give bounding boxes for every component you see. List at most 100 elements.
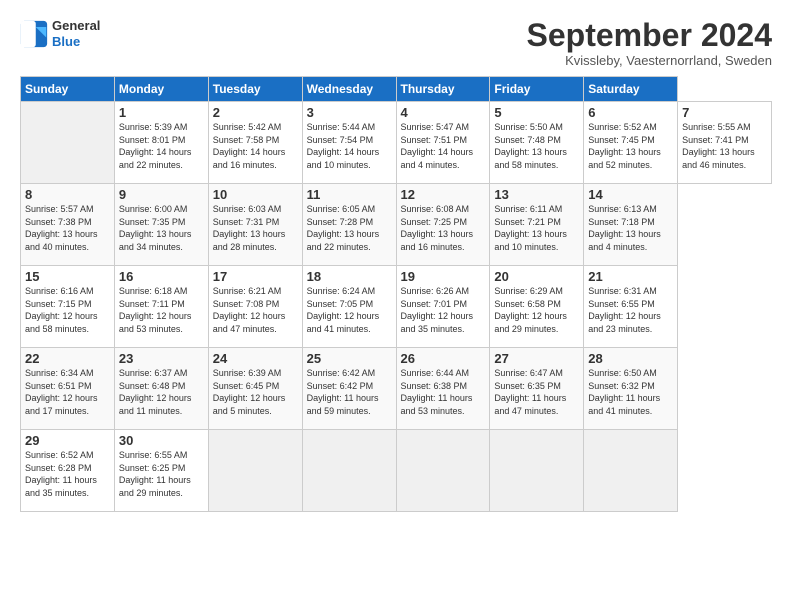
day-detail: Sunrise: 6:42 AMSunset: 6:42 PMDaylight:… — [307, 367, 392, 417]
day-cell-20: 20Sunrise: 6:29 AMSunset: 6:58 PMDayligh… — [490, 266, 584, 348]
month-title: September 2024 — [527, 18, 772, 53]
day-cell-22: 22Sunrise: 6:34 AMSunset: 6:51 PMDayligh… — [21, 348, 115, 430]
week-row-5: 29Sunrise: 6:52 AMSunset: 6:28 PMDayligh… — [21, 430, 772, 512]
day-cell-17: 17Sunrise: 6:21 AMSunset: 7:08 PMDayligh… — [208, 266, 302, 348]
day-number: 7 — [682, 105, 767, 120]
day-detail: Sunrise: 5:57 AMSunset: 7:38 PMDaylight:… — [25, 203, 110, 253]
day-number: 27 — [494, 351, 579, 366]
header: General Blue September 2024 Kvissleby, V… — [20, 18, 772, 68]
day-cell-13: 13Sunrise: 6:11 AMSunset: 7:21 PMDayligh… — [490, 184, 584, 266]
day-detail: Sunrise: 5:44 AMSunset: 7:54 PMDaylight:… — [307, 121, 392, 171]
day-number: 28 — [588, 351, 673, 366]
day-cell-14: 14Sunrise: 6:13 AMSunset: 7:18 PMDayligh… — [584, 184, 678, 266]
day-cell-30: 30Sunrise: 6:55 AMSunset: 6:25 PMDayligh… — [114, 430, 208, 512]
day-cell-10: 10Sunrise: 6:03 AMSunset: 7:31 PMDayligh… — [208, 184, 302, 266]
location: Kvissleby, Vaesternorrland, Sweden — [527, 53, 772, 68]
day-number: 2 — [213, 105, 298, 120]
day-header-sunday: Sunday — [21, 77, 115, 102]
day-cell-21: 21Sunrise: 6:31 AMSunset: 6:55 PMDayligh… — [584, 266, 678, 348]
calendar-header-row: SundayMondayTuesdayWednesdayThursdayFrid… — [21, 77, 772, 102]
day-cell-15: 15Sunrise: 6:16 AMSunset: 7:15 PMDayligh… — [21, 266, 115, 348]
empty-cell — [21, 102, 115, 184]
day-detail: Sunrise: 5:52 AMSunset: 7:45 PMDaylight:… — [588, 121, 673, 171]
week-row-1: 1Sunrise: 5:39 AMSunset: 8:01 PMDaylight… — [21, 102, 772, 184]
day-detail: Sunrise: 6:13 AMSunset: 7:18 PMDaylight:… — [588, 203, 673, 253]
day-detail: Sunrise: 6:00 AMSunset: 7:35 PMDaylight:… — [119, 203, 204, 253]
week-row-2: 8Sunrise: 5:57 AMSunset: 7:38 PMDaylight… — [21, 184, 772, 266]
day-detail: Sunrise: 5:55 AMSunset: 7:41 PMDaylight:… — [682, 121, 767, 171]
calendar-page: General Blue September 2024 Kvissleby, V… — [0, 0, 792, 612]
day-header-saturday: Saturday — [584, 77, 678, 102]
day-cell-27: 27Sunrise: 6:47 AMSunset: 6:35 PMDayligh… — [490, 348, 584, 430]
logo-icon — [20, 20, 48, 48]
day-number: 1 — [119, 105, 204, 120]
day-number: 21 — [588, 269, 673, 284]
day-number: 5 — [494, 105, 579, 120]
day-cell-16: 16Sunrise: 6:18 AMSunset: 7:11 PMDayligh… — [114, 266, 208, 348]
day-number: 25 — [307, 351, 392, 366]
day-cell-24: 24Sunrise: 6:39 AMSunset: 6:45 PMDayligh… — [208, 348, 302, 430]
day-number: 16 — [119, 269, 204, 284]
day-cell-26: 26Sunrise: 6:44 AMSunset: 6:38 PMDayligh… — [396, 348, 490, 430]
day-detail: Sunrise: 6:37 AMSunset: 6:48 PMDaylight:… — [119, 367, 204, 417]
day-number: 10 — [213, 187, 298, 202]
day-cell-25: 25Sunrise: 6:42 AMSunset: 6:42 PMDayligh… — [302, 348, 396, 430]
day-detail: Sunrise: 5:47 AMSunset: 7:51 PMDaylight:… — [401, 121, 486, 171]
day-detail: Sunrise: 6:24 AMSunset: 7:05 PMDaylight:… — [307, 285, 392, 335]
empty-cell — [208, 430, 302, 512]
day-header-tuesday: Tuesday — [208, 77, 302, 102]
day-number: 3 — [307, 105, 392, 120]
day-number: 22 — [25, 351, 110, 366]
day-detail: Sunrise: 6:50 AMSunset: 6:32 PMDaylight:… — [588, 367, 673, 417]
title-block: September 2024 Kvissleby, Vaesternorrlan… — [527, 18, 772, 68]
day-cell-23: 23Sunrise: 6:37 AMSunset: 6:48 PMDayligh… — [114, 348, 208, 430]
day-number: 9 — [119, 187, 204, 202]
day-header-friday: Friday — [490, 77, 584, 102]
day-cell-4: 4Sunrise: 5:47 AMSunset: 7:51 PMDaylight… — [396, 102, 490, 184]
day-number: 14 — [588, 187, 673, 202]
logo-text: General Blue — [52, 18, 100, 49]
day-number: 18 — [307, 269, 392, 284]
day-detail: Sunrise: 6:44 AMSunset: 6:38 PMDaylight:… — [401, 367, 486, 417]
day-detail: Sunrise: 6:11 AMSunset: 7:21 PMDaylight:… — [494, 203, 579, 253]
day-cell-2: 2Sunrise: 5:42 AMSunset: 7:58 PMDaylight… — [208, 102, 302, 184]
day-detail: Sunrise: 6:31 AMSunset: 6:55 PMDaylight:… — [588, 285, 673, 335]
day-number: 4 — [401, 105, 486, 120]
day-cell-8: 8Sunrise: 5:57 AMSunset: 7:38 PMDaylight… — [21, 184, 115, 266]
day-header-wednesday: Wednesday — [302, 77, 396, 102]
day-cell-5: 5Sunrise: 5:50 AMSunset: 7:48 PMDaylight… — [490, 102, 584, 184]
day-detail: Sunrise: 6:55 AMSunset: 6:25 PMDaylight:… — [119, 449, 204, 499]
empty-cell — [584, 430, 678, 512]
day-header-monday: Monday — [114, 77, 208, 102]
day-cell-6: 6Sunrise: 5:52 AMSunset: 7:45 PMDaylight… — [584, 102, 678, 184]
day-detail: Sunrise: 6:21 AMSunset: 7:08 PMDaylight:… — [213, 285, 298, 335]
day-detail: Sunrise: 6:39 AMSunset: 6:45 PMDaylight:… — [213, 367, 298, 417]
day-detail: Sunrise: 6:16 AMSunset: 7:15 PMDaylight:… — [25, 285, 110, 335]
week-row-3: 15Sunrise: 6:16 AMSunset: 7:15 PMDayligh… — [21, 266, 772, 348]
logo: General Blue — [20, 18, 100, 49]
day-cell-3: 3Sunrise: 5:44 AMSunset: 7:54 PMDaylight… — [302, 102, 396, 184]
day-cell-19: 19Sunrise: 6:26 AMSunset: 7:01 PMDayligh… — [396, 266, 490, 348]
day-detail: Sunrise: 6:47 AMSunset: 6:35 PMDaylight:… — [494, 367, 579, 417]
day-cell-11: 11Sunrise: 6:05 AMSunset: 7:28 PMDayligh… — [302, 184, 396, 266]
day-number: 19 — [401, 269, 486, 284]
day-cell-9: 9Sunrise: 6:00 AMSunset: 7:35 PMDaylight… — [114, 184, 208, 266]
empty-cell — [490, 430, 584, 512]
day-number: 15 — [25, 269, 110, 284]
day-cell-28: 28Sunrise: 6:50 AMSunset: 6:32 PMDayligh… — [584, 348, 678, 430]
day-cell-7: 7Sunrise: 5:55 AMSunset: 7:41 PMDaylight… — [678, 102, 772, 184]
day-detail: Sunrise: 6:26 AMSunset: 7:01 PMDaylight:… — [401, 285, 486, 335]
day-detail: Sunrise: 6:08 AMSunset: 7:25 PMDaylight:… — [401, 203, 486, 253]
day-detail: Sunrise: 6:05 AMSunset: 7:28 PMDaylight:… — [307, 203, 392, 253]
day-number: 13 — [494, 187, 579, 202]
day-detail: Sunrise: 5:50 AMSunset: 7:48 PMDaylight:… — [494, 121, 579, 171]
empty-cell — [396, 430, 490, 512]
day-number: 30 — [119, 433, 204, 448]
day-cell-29: 29Sunrise: 6:52 AMSunset: 6:28 PMDayligh… — [21, 430, 115, 512]
day-detail: Sunrise: 5:39 AMSunset: 8:01 PMDaylight:… — [119, 121, 204, 171]
empty-cell — [302, 430, 396, 512]
day-detail: Sunrise: 6:03 AMSunset: 7:31 PMDaylight:… — [213, 203, 298, 253]
day-number: 20 — [494, 269, 579, 284]
day-detail: Sunrise: 6:18 AMSunset: 7:11 PMDaylight:… — [119, 285, 204, 335]
day-number: 12 — [401, 187, 486, 202]
